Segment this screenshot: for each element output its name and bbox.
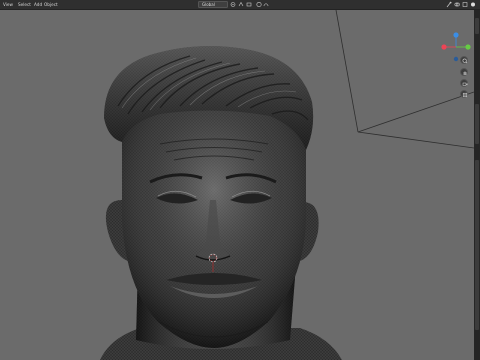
gizmo-y-axis[interactable]	[465, 44, 471, 50]
shading-solid-icon[interactable]	[470, 1, 476, 8]
gizmo-z-axis[interactable]	[453, 32, 459, 38]
viewport-gizmo-toggle-icon[interactable]	[446, 1, 452, 8]
snap-icon[interactable]	[238, 1, 244, 8]
pan-hand-icon[interactable]	[460, 68, 468, 76]
xray-icon[interactable]	[462, 1, 468, 8]
sidebar-tab[interactable]	[475, 160, 479, 330]
pivot-point-icon[interactable]	[230, 1, 236, 8]
viewport-header: View Select Add Object Global	[0, 0, 480, 10]
menu-view[interactable]: View	[3, 0, 13, 9]
gizmo-neg-z-axis[interactable]	[453, 56, 459, 62]
camera-icon[interactable]	[460, 79, 468, 87]
scene-canvas[interactable]	[0, 10, 474, 360]
zoom-icon[interactable]	[460, 56, 468, 64]
grid-ortho-icon[interactable]	[460, 90, 468, 98]
falloff-icon[interactable]	[263, 1, 269, 8]
blender-window: View Select Add Object Global	[0, 0, 480, 360]
gizmo-x-axis[interactable]	[441, 44, 447, 50]
overlays-icon[interactable]	[454, 1, 460, 8]
menu-select[interactable]: Select	[18, 0, 31, 9]
snap-target-icon[interactable]	[246, 1, 252, 8]
head-mesh[interactable]	[100, 46, 342, 360]
sidebar-region-strip[interactable]	[474, 10, 480, 360]
camera-object[interactable]	[335, 10, 474, 149]
transform-orientation-label: Global	[202, 2, 215, 7]
transform-orientation-dropdown[interactable]: Global	[198, 1, 228, 8]
proportional-edit-icon[interactable]	[256, 1, 262, 8]
menu-add[interactable]: Add	[34, 0, 42, 9]
3d-viewport[interactable]	[0, 10, 474, 360]
menu-object[interactable]: Object	[44, 0, 58, 9]
sidebar-tab[interactable]	[475, 104, 479, 144]
sidebar-tab[interactable]	[475, 18, 479, 34]
